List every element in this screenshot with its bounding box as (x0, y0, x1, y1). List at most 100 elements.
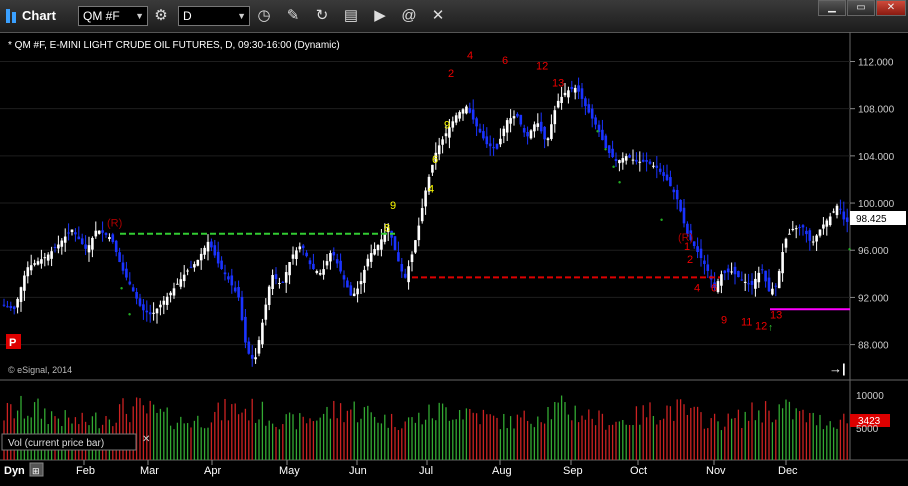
candle-body (628, 154, 631, 158)
candle-body (529, 130, 533, 139)
td-count-label: 9 (444, 120, 450, 132)
candle-body (492, 147, 495, 149)
candle-body (179, 279, 183, 287)
tape-icon[interactable]: ▤ (340, 6, 362, 26)
candle-body (213, 245, 217, 256)
candle-body (148, 312, 152, 315)
td-count-label: 11 (741, 317, 752, 329)
candle-body (74, 232, 77, 235)
close-button[interactable]: ✕ (876, 0, 906, 16)
candle-body (312, 263, 315, 269)
pencil-icon[interactable]: ✎ (282, 6, 304, 26)
candle-body (815, 235, 818, 242)
link-icon[interactable]: ⚙ (150, 6, 172, 26)
td-count-label: 6 (711, 283, 717, 295)
candle-body (346, 280, 349, 288)
candle-body (315, 270, 319, 273)
volume-tick-5000: 5000 (856, 424, 879, 435)
candle-body (135, 291, 138, 299)
candle-body (94, 230, 98, 237)
play-icon[interactable]: ▶ (369, 6, 391, 26)
candle-body (543, 126, 546, 140)
candle-body (305, 252, 308, 257)
clock-icon[interactable]: ◷ (253, 6, 275, 26)
candle-body (485, 136, 489, 145)
candle-body (573, 87, 577, 93)
candle-body (512, 116, 516, 119)
close-panel-icon[interactable]: ✕ (142, 434, 150, 445)
x-tick-label: Nov (706, 465, 726, 477)
candle-body (536, 123, 540, 127)
candle-body (587, 104, 591, 113)
candle-body (675, 189, 679, 200)
candle-body (526, 131, 529, 137)
candle-body (614, 159, 618, 162)
candle-body (298, 246, 302, 250)
candle-body (601, 129, 604, 141)
last-price-marker: 98.425 (850, 211, 906, 225)
candle-body (563, 92, 567, 96)
interval-select[interactable]: D ▼ (178, 6, 250, 26)
x-tick-label: Jul (419, 465, 433, 477)
candle-body (495, 143, 499, 149)
td-count-label: 6 (502, 55, 508, 67)
candle-body (97, 230, 101, 234)
candle-body (111, 234, 115, 242)
candle-body (662, 172, 665, 176)
candle-body (397, 252, 400, 262)
candle-body (108, 237, 111, 240)
price-chart[interactable]: (R)(R)24 6 1213124 69 11 121399648••••••••↑ 8… (0, 32, 908, 481)
candle-body (696, 246, 699, 253)
candle-body (414, 240, 417, 253)
y-tick-label: 112.000 (858, 57, 894, 68)
candle-body (23, 275, 26, 291)
at-icon[interactable]: @ (398, 6, 420, 26)
chart-header: * QM #F, E-MINI LIGHT CRUDE OIL FUTURES,… (8, 40, 340, 51)
candle-body (87, 245, 91, 253)
chevron-down-icon: ▼ (135, 11, 144, 21)
candle-body (648, 161, 652, 164)
chart-area[interactable]: (R) (R) 2 4 6 12 13 1 2 4 6 9 11 12 13 9 9 6 4 8 • • • • • • • • ↑ 8… (0, 32, 908, 481)
lock-icon[interactable]: ⊞ (29, 462, 44, 477)
candle-body (257, 340, 261, 354)
maximize-button[interactable]: ▭ (847, 0, 875, 16)
candle-body (424, 190, 427, 207)
candle-body (332, 251, 336, 256)
candle-body (760, 269, 764, 271)
candle-body (499, 138, 502, 145)
scroll-to-end-icon[interactable]: →| (827, 360, 847, 376)
td-count-label: 2 (448, 68, 454, 80)
candle-body (580, 88, 584, 99)
candle-body (801, 225, 805, 228)
candle-body (720, 274, 723, 286)
candle-body (281, 281, 285, 283)
candle-body (461, 109, 465, 114)
candle-body (43, 257, 47, 259)
candle-body (522, 128, 526, 133)
candle-body (550, 124, 553, 139)
candle-body (165, 296, 169, 305)
candle-body (465, 106, 468, 114)
tools-icon[interactable]: ✕ (427, 6, 449, 26)
y-tick-label: 92.000 (858, 293, 889, 304)
candle-body (723, 270, 727, 274)
y-tick-label: 96.000 (858, 246, 889, 257)
candle-body (794, 228, 798, 230)
td-count-label: 4 (694, 283, 700, 295)
candle-body (570, 86, 574, 90)
minimize-button[interactable]: ▁ (818, 0, 846, 16)
symbol-input[interactable]: QM #F ▼ (78, 6, 148, 26)
p-badge[interactable]: P (6, 334, 21, 349)
svg-text:→|: →| (829, 361, 846, 376)
candle-body (567, 90, 570, 98)
candle-body (808, 230, 812, 241)
candle-body (805, 230, 808, 235)
candle-body (726, 268, 730, 273)
candle-body (539, 121, 543, 132)
candle-body (679, 199, 682, 212)
candle-body (502, 128, 506, 137)
refresh-icon[interactable]: ↻ (311, 6, 333, 26)
candle-body (431, 164, 434, 173)
candle-body (284, 272, 288, 283)
symbol-value: QM #F (83, 9, 120, 23)
